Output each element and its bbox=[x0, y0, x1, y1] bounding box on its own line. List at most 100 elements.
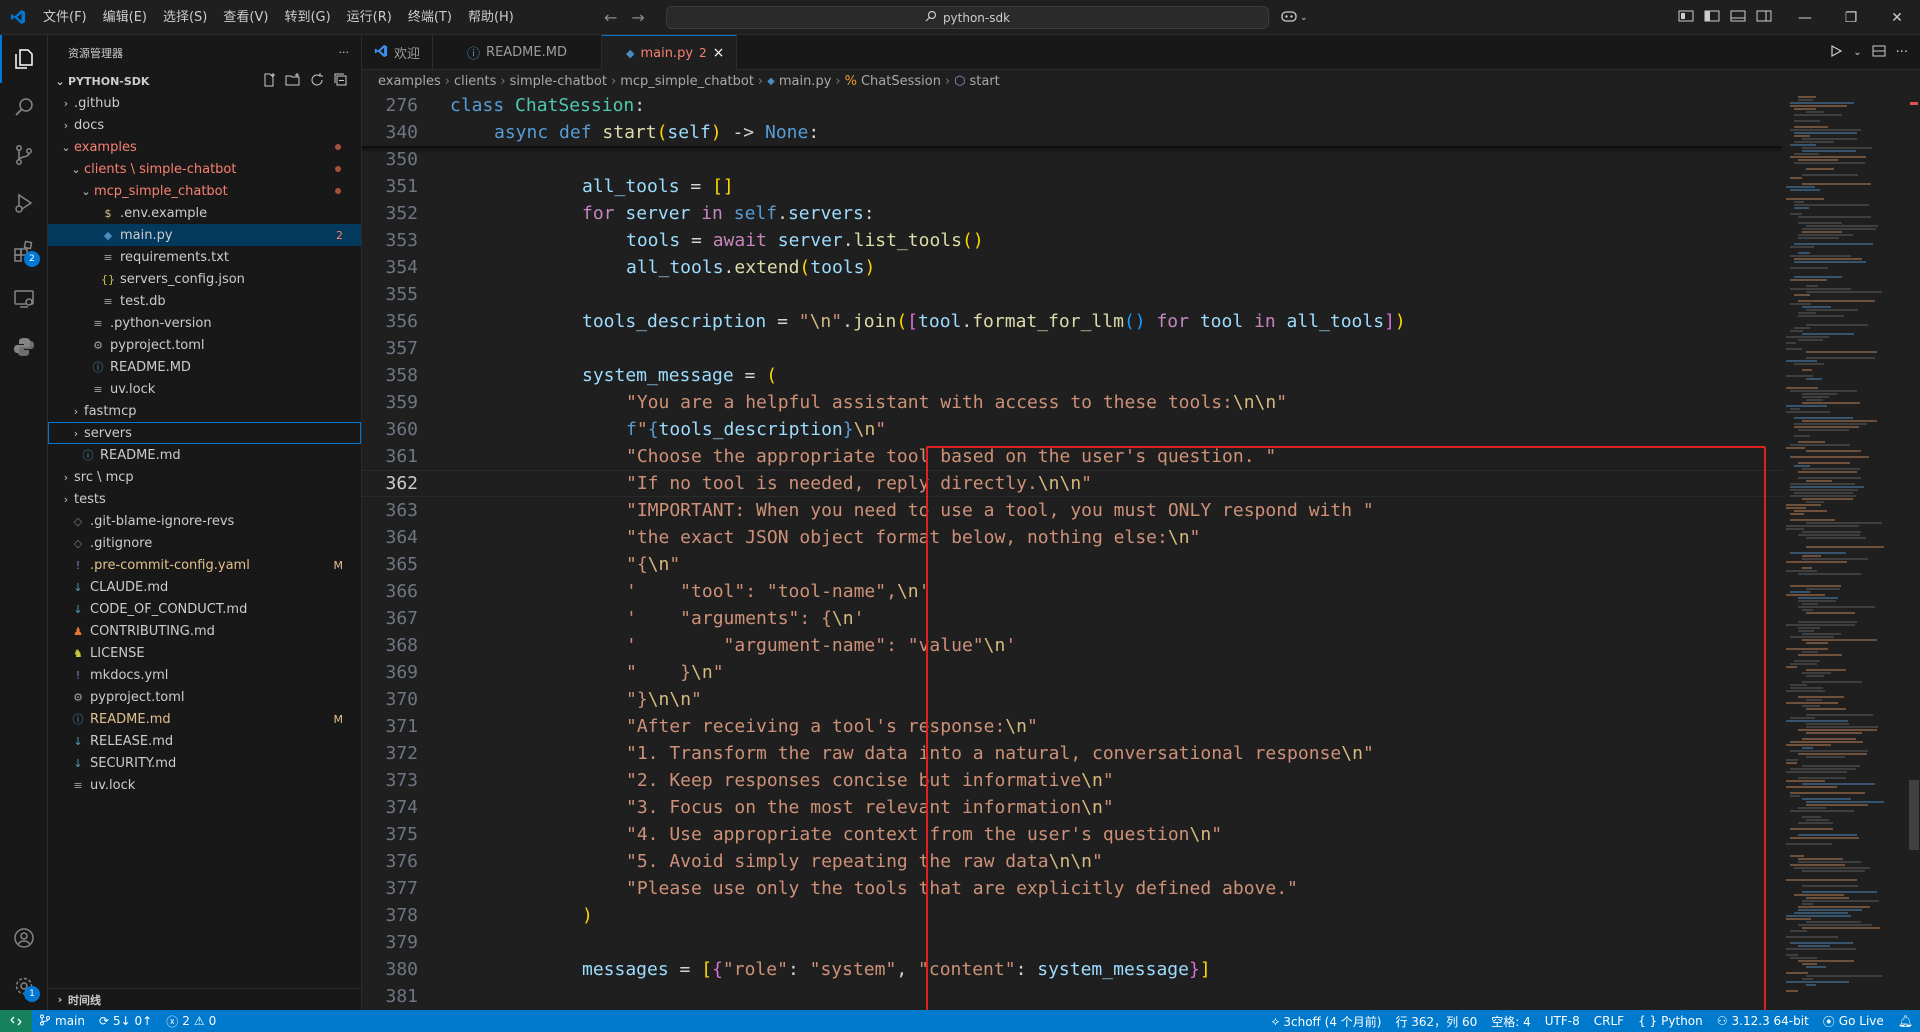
code-line[interactable]: 378) bbox=[362, 902, 1782, 929]
split-editor-icon[interactable] bbox=[1872, 44, 1886, 62]
code-line[interactable]: 352 for server in self.servers: bbox=[362, 200, 1782, 227]
tree-file[interactable]: ⓘ README.MD bbox=[48, 356, 361, 378]
tree-file[interactable]: ⚙ pyproject.toml bbox=[48, 334, 361, 356]
indentation[interactable]: 空格: 4 bbox=[1484, 1010, 1538, 1032]
branch-indicator[interactable]: main bbox=[32, 1010, 92, 1032]
code-line[interactable]: 373 "2. Keep responses concise but inform… bbox=[362, 767, 1782, 794]
code-line[interactable]: 358 system_message = ( bbox=[362, 362, 1782, 389]
accounts-icon[interactable] bbox=[0, 914, 48, 962]
more-actions-icon[interactable]: ··· bbox=[339, 46, 350, 59]
breadcrumb-segment[interactable]: mcp_simple_chatbot bbox=[620, 74, 754, 89]
tree-folder[interactable]: › tests bbox=[48, 488, 361, 510]
code-line[interactable]: 362 "If no tool is needed, reply directly… bbox=[362, 470, 1782, 497]
code-line[interactable]: 367 ' "arguments": {\n' bbox=[362, 605, 1782, 632]
sync-indicator[interactable]: ⟳ 5↓ 0↑ bbox=[92, 1010, 159, 1032]
tree-file[interactable]: ! mkdocs.yml bbox=[48, 664, 361, 686]
back-arrow-icon[interactable]: ← bbox=[604, 8, 617, 27]
close-window-icon[interactable]: ✕ bbox=[1874, 0, 1920, 35]
scrollbar-thumb[interactable] bbox=[1909, 780, 1919, 850]
tree-file[interactable]: ! .pre-commit-config.yaml M bbox=[48, 554, 361, 576]
extensions-icon[interactable]: 2 bbox=[0, 227, 48, 275]
breadcrumb-segment[interactable]: examples bbox=[378, 74, 441, 89]
cursor-position[interactable]: 行 362，列 60 bbox=[1388, 1010, 1484, 1032]
code-line[interactable]: 354 all_tools.extend(tools) bbox=[362, 254, 1782, 281]
remote-explorer-icon[interactable] bbox=[0, 275, 48, 323]
code-line[interactable]: 353 tools = await server.list_tools() bbox=[362, 227, 1782, 254]
new-file-icon[interactable] bbox=[261, 72, 277, 91]
tree-file[interactable]: ≡ requirements.txt bbox=[48, 246, 361, 268]
code-line[interactable]: 380 messages = [{"role": "system", "conte… bbox=[362, 956, 1782, 983]
tab-welcome[interactable]: 欢迎 bbox=[362, 35, 434, 70]
code-line[interactable]: 381 bbox=[362, 983, 1782, 1010]
tree-folder[interactable]: › docs bbox=[48, 114, 361, 136]
tree-file[interactable]: ≡ test.db bbox=[48, 290, 361, 312]
breadcrumb-segment[interactable]: start bbox=[970, 74, 1000, 89]
code-line[interactable]: 369 " }\n" bbox=[362, 659, 1782, 686]
tree-file[interactable]: ◆ main.py 2 bbox=[48, 224, 361, 246]
minimap[interactable] bbox=[1782, 92, 1906, 1010]
menu-item[interactable]: 文件(F) bbox=[35, 0, 95, 35]
code-line[interactable]: 368 ' "argument-name": "value"\n' bbox=[362, 632, 1782, 659]
breadcrumb-segment[interactable]: simple-chatbot bbox=[510, 74, 607, 89]
tree-folder[interactable]: ⌄ clients \ simple-chatbot bbox=[48, 158, 361, 180]
menu-item[interactable]: 查看(V) bbox=[215, 0, 276, 35]
code-line[interactable]: 357 bbox=[362, 335, 1782, 362]
more-actions-icon[interactable]: ··· bbox=[1896, 45, 1908, 60]
breadcrumb-segment[interactable]: ChatSession bbox=[861, 74, 941, 89]
source-control-icon[interactable] bbox=[0, 131, 48, 179]
run-python-file-icon[interactable] bbox=[1829, 44, 1843, 62]
tree-file[interactable]: ≡ uv.lock bbox=[48, 378, 361, 400]
settings-gear-icon[interactable]: 1 bbox=[0, 962, 48, 1010]
code-line[interactable]: 376 "5. Avoid simply repeating the raw da… bbox=[362, 848, 1782, 875]
new-folder-icon[interactable] bbox=[285, 72, 301, 91]
refresh-icon[interactable] bbox=[309, 72, 325, 91]
command-center-search[interactable]: python-sdk bbox=[666, 6, 1269, 29]
customize-layout-icon[interactable] bbox=[1678, 9, 1694, 27]
search-icon[interactable] bbox=[0, 83, 48, 131]
breadcrumb-segment[interactable]: clients bbox=[454, 74, 496, 89]
breadcrumb-segment[interactable]: main.py bbox=[779, 74, 832, 89]
timeline-section-header[interactable]: › 时间线 bbox=[48, 988, 362, 1010]
tree-file[interactable]: ♟ CONTRIBUTING.md bbox=[48, 620, 361, 642]
forward-arrow-icon[interactable]: → bbox=[631, 8, 644, 27]
copilot-button[interactable]: ⌄ bbox=[1280, 7, 1308, 28]
git-blame-indicator[interactable]: ⟡ 3choff (4 个月前) bbox=[1264, 1010, 1388, 1032]
menu-item[interactable]: 终端(T) bbox=[400, 0, 460, 35]
menu-item[interactable]: 运行(R) bbox=[339, 0, 400, 35]
code-line[interactable]: 350 bbox=[362, 146, 1782, 173]
tree-folder[interactable]: ⌄ examples bbox=[48, 136, 361, 158]
code-line[interactable]: 371 "After receiving a tool's response:\n… bbox=[362, 713, 1782, 740]
tree-folder[interactable]: ⌄ mcp_simple_chatbot bbox=[48, 180, 361, 202]
vertical-scrollbar[interactable] bbox=[1906, 92, 1920, 1010]
tree-file[interactable]: ◇ .gitignore bbox=[48, 532, 361, 554]
code-line[interactable]: 370 "}\n\n" bbox=[362, 686, 1782, 713]
toggle-secondary-sidebar-icon[interactable] bbox=[1756, 9, 1772, 27]
close-icon[interactable]: × bbox=[713, 45, 725, 61]
go-live-button[interactable]: ⦿ Go Live bbox=[1816, 1010, 1891, 1032]
python-icon[interactable] bbox=[0, 323, 48, 371]
code-line[interactable]: 379 bbox=[362, 929, 1782, 956]
tree-file[interactable]: ↓ RELEASE.md bbox=[48, 730, 361, 752]
restore-icon[interactable]: ❐ bbox=[1828, 0, 1874, 35]
notifications-bell-icon[interactable]: 🔔︎ bbox=[1891, 1010, 1920, 1032]
code-line[interactable]: 351 all_tools = [] bbox=[362, 173, 1782, 200]
explorer-icon[interactable] bbox=[0, 35, 48, 83]
workspace-section-header[interactable]: ⌄ PYTHON-SDK bbox=[48, 70, 361, 92]
tree-file[interactable]: ↓ CLAUDE.md bbox=[48, 576, 361, 598]
tab-readme[interactable]: ⓘ README.MD bbox=[433, 35, 602, 70]
tree-file[interactable]: ⚙ pyproject.toml bbox=[48, 686, 361, 708]
sticky-scroll-line[interactable]: 340 async def start(self) -> None: bbox=[362, 119, 1782, 146]
tree-file[interactable]: ↓ CODE_OF_CONDUCT.md bbox=[48, 598, 361, 620]
code-line[interactable]: 363 "IMPORTANT: When you need to use a to… bbox=[362, 497, 1782, 524]
code-line[interactable]: 374 "3. Focus on the most relevant inform… bbox=[362, 794, 1782, 821]
code-editor[interactable]: 276 class ChatSession: 340 async def start(… bbox=[362, 92, 1782, 1028]
code-line[interactable]: 359 "You are a helpful assistant with acc… bbox=[362, 389, 1782, 416]
tree-file[interactable]: ≡ .python-version bbox=[48, 312, 361, 334]
tree-file[interactable]: ◇ .git-blame-ignore-revs bbox=[48, 510, 361, 532]
encoding[interactable]: UTF-8 bbox=[1538, 1010, 1587, 1032]
tree-file[interactable]: {} servers_config.json bbox=[48, 268, 361, 290]
code-line[interactable]: 377 "Please use only the tools that are e… bbox=[362, 875, 1782, 902]
tree-file[interactable]: ⓘ README.md bbox=[48, 444, 361, 466]
tree-folder[interactable]: › servers bbox=[48, 422, 361, 444]
chevron-down-icon[interactable]: ⌄ bbox=[1853, 47, 1861, 58]
